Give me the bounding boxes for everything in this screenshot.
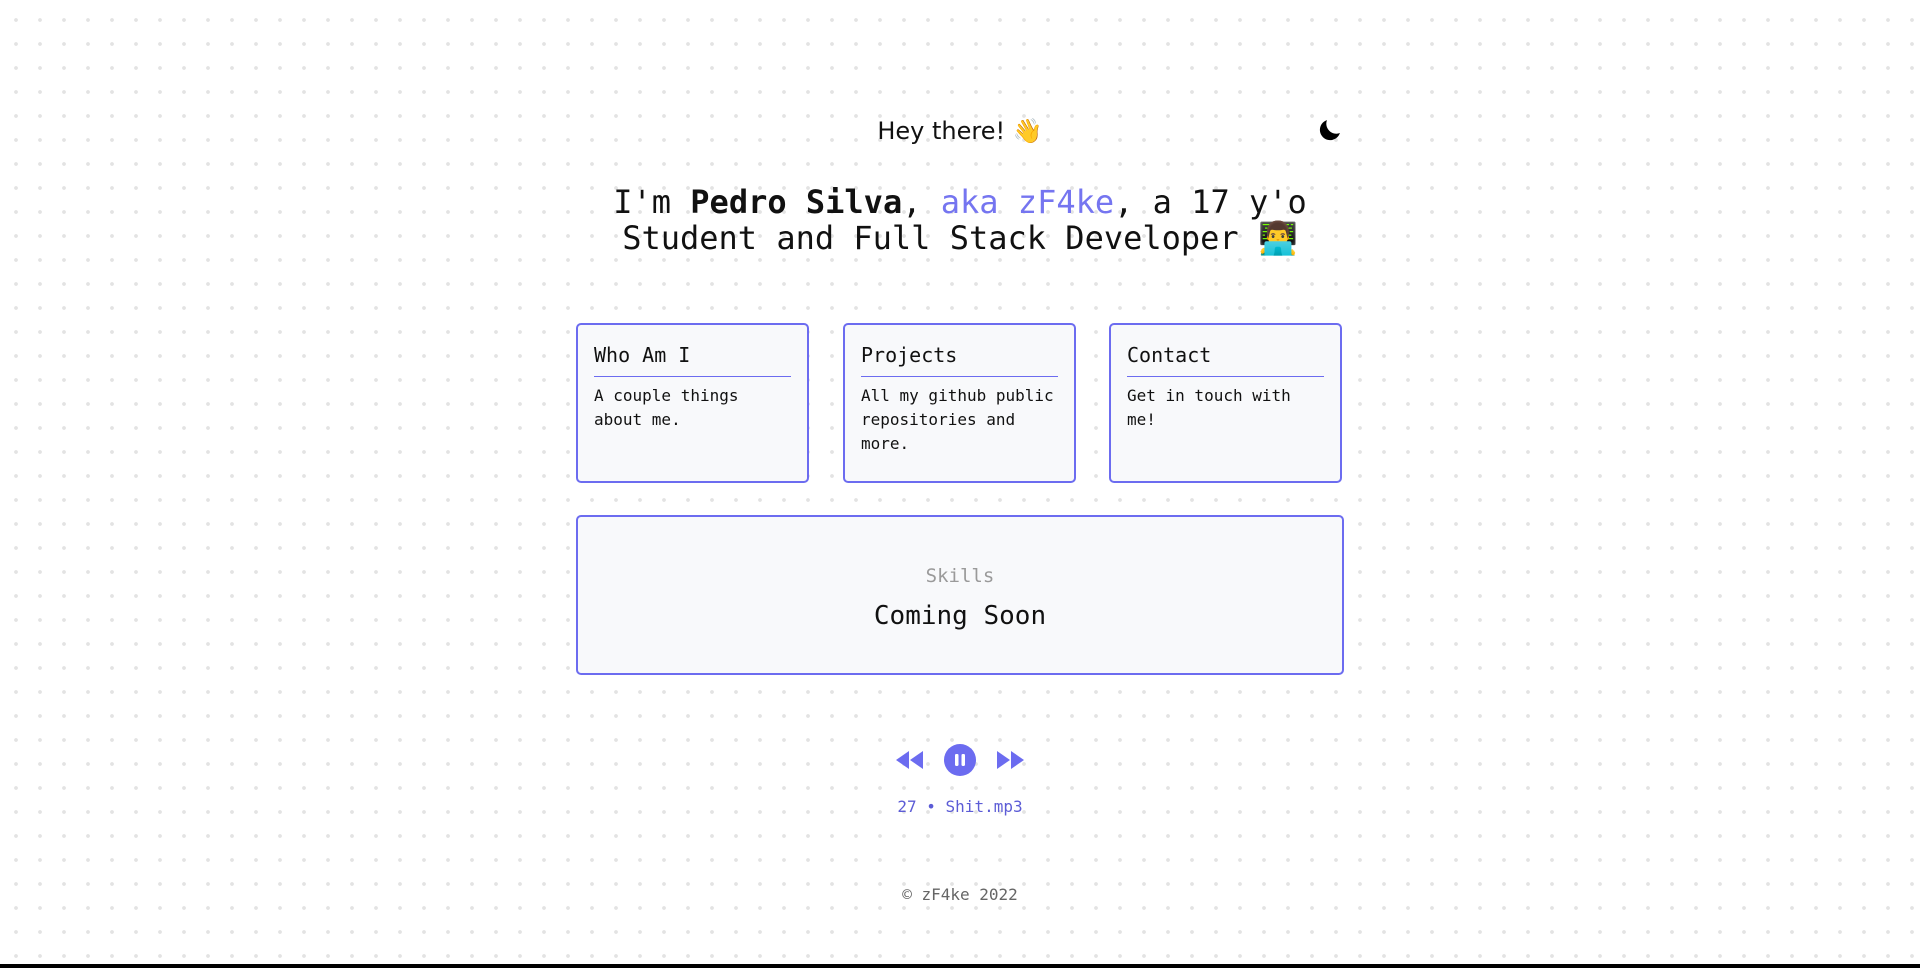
now-playing-track: 27 • Shit.mp3 <box>897 797 1023 816</box>
intro-alias: aka zF4ke <box>940 183 1115 221</box>
intro-comma: , <box>902 183 941 221</box>
fast-forward-icon[interactable] <box>995 749 1027 771</box>
greeting: Hey there! 👋 <box>877 117 1043 145</box>
theme-toggle-button[interactable] <box>1316 116 1344 144</box>
skills-label: Skills <box>925 565 995 587</box>
card-description: All my github public repositories and mo… <box>861 386 1054 453</box>
card-projects[interactable]: Projects All my github public repositori… <box>843 323 1076 483</box>
card-title: Projects <box>861 343 1058 377</box>
intro-age: , a 17 y'o <box>1114 183 1307 221</box>
card-who-am-i[interactable]: Who Am I A couple things about me. <box>576 323 809 483</box>
card-contact[interactable]: Contact Get in touch with me! <box>1109 323 1342 483</box>
bottom-edge-bar <box>0 964 1920 968</box>
skills-status: Coming Soon <box>873 601 1047 631</box>
intro-line-1: I'm Pedro Silva, aka zF4ke, a 17 y'o <box>0 184 1920 220</box>
skills-panel: Skills Coming Soon <box>576 515 1344 675</box>
footer-copyright: © zF4ke 2022 <box>902 885 1018 904</box>
pause-icon[interactable] <box>943 743 977 777</box>
rewind-icon[interactable] <box>893 749 925 771</box>
music-player-controls <box>893 743 1027 777</box>
intro-heading: I'm Pedro Silva, aka zF4ke, a 17 y'o Stu… <box>0 184 1920 256</box>
card-description: Get in touch with me! <box>1127 386 1291 429</box>
intro-prefix: I'm <box>613 183 691 221</box>
intro-name: Pedro Silva <box>690 183 903 221</box>
moon-icon <box>1319 120 1340 141</box>
card-description: A couple things about me. <box>594 386 739 429</box>
card-title: Who Am I <box>594 343 791 377</box>
intro-line-2: Student and Full Stack Developer 👨‍💻 <box>622 219 1298 257</box>
card-title: Contact <box>1127 343 1324 377</box>
